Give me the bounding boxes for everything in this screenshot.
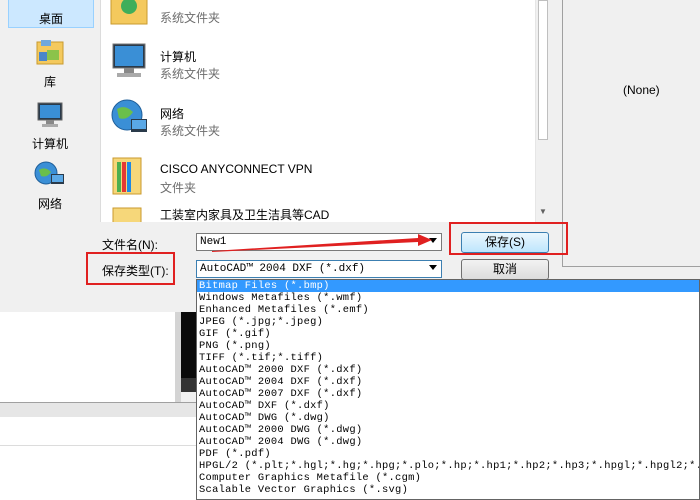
annotation-arrow xyxy=(212,234,432,252)
dropdown-option[interactable]: AutoCAD™ DWG (*.dwg) xyxy=(197,412,699,424)
app-canvas-tab xyxy=(181,378,196,392)
filetype-dropdown-list[interactable]: Bitmap Files (*.bmp) Windows Metafiles (… xyxy=(196,279,700,500)
dropdown-option[interactable]: AutoCAD™ 2000 DWG (*.dwg) xyxy=(197,424,699,436)
dropdown-option[interactable]: Bitmap Files (*.bmp) xyxy=(197,280,699,292)
dropdown-option[interactable]: Windows Metafiles (*.wmf) xyxy=(197,292,699,304)
dropdown-option[interactable]: Enhanced Metafiles (*.emf) xyxy=(197,304,699,316)
dropdown-option[interactable]: JPEG (*.jpg;*.jpeg) xyxy=(197,316,699,328)
dropdown-option[interactable]: AutoCAD™ 2007 DXF (*.dxf) xyxy=(197,388,699,400)
app-panel-left xyxy=(0,312,175,402)
save-dialog: 桌面 库 计算机 网络 系统文件夹 计算机 系统文件夹 网络 系统文件夹 CIS… xyxy=(0,0,700,300)
app-panel-bar xyxy=(0,402,196,418)
dropdown-option[interactable]: AutoCAD™ 2004 DWG (*.dwg) xyxy=(197,436,699,448)
dropdown-option[interactable]: TIFF (*.tif;*.tiff) xyxy=(197,352,699,364)
dropdown-option[interactable]: PNG (*.png) xyxy=(197,340,699,352)
dropdown-option[interactable]: HPGL/2 (*.plt;*.hgl;*.hg;*.hpg;*.plo;*.h… xyxy=(197,460,699,472)
app-panel-line xyxy=(0,445,196,446)
dropdown-option[interactable]: AutoCAD™ 2000 DXF (*.dxf) xyxy=(197,364,699,376)
dropdown-option[interactable]: GIF (*.gif) xyxy=(197,328,699,340)
dropdown-option[interactable]: AutoCAD™ DXF (*.dxf) xyxy=(197,400,699,412)
dropdown-option[interactable]: PDF (*.pdf) xyxy=(197,448,699,460)
dropdown-option[interactable]: Computer Graphics Metafile (*.cgm) xyxy=(197,472,699,484)
dropdown-option[interactable]: AutoCAD™ 2004 DXF (*.dxf) xyxy=(197,376,699,388)
app-panel-bottom xyxy=(0,417,196,500)
app-canvas xyxy=(181,312,196,378)
dropdown-option[interactable]: Scalable Vector Graphics (*.svg) xyxy=(197,484,699,496)
